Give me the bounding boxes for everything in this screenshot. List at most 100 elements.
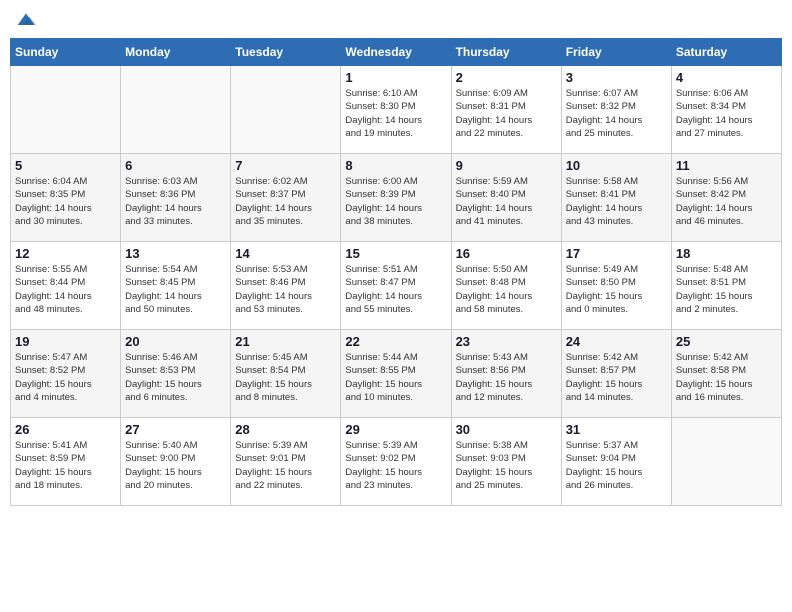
weekday-header-wednesday: Wednesday [341, 39, 451, 66]
calendar-cell: 23 Sunrise: 5:43 AM Sunset: 8:56 PM Dayli… [451, 330, 561, 418]
calendar-cell: 5Sunrise: 6:04 AM Sunset: 8:35 PM Daylig… [11, 154, 121, 242]
day-info: Sunrise: 5:39 AM Sunset: 9:01 PM Dayligh… [235, 439, 336, 492]
calendar-cell: 2 Sunrise: 6:09 AM Sunset: 8:31 PM Daylig… [451, 66, 561, 154]
day-number: 9 [456, 158, 557, 173]
week-row-2: 5Sunrise: 6:04 AM Sunset: 8:35 PM Daylig… [11, 154, 782, 242]
day-number: 19 [15, 334, 116, 349]
logo-icon [16, 10, 36, 30]
week-row-4: 19Sunrise: 5:47 AM Sunset: 8:52 PM Dayli… [11, 330, 782, 418]
day-info: Sunrise: 6:07 AM Sunset: 8:32 PM Dayligh… [566, 87, 667, 140]
weekday-header-saturday: Saturday [671, 39, 781, 66]
weekday-header-monday: Monday [121, 39, 231, 66]
calendar-body: 1 Sunrise: 6:10 AM Sunset: 8:30 PM Daylig… [11, 66, 782, 506]
calendar-cell: 16 Sunrise: 5:50 AM Sunset: 8:48 PM Dayli… [451, 242, 561, 330]
day-info: Sunrise: 5:45 AM Sunset: 8:54 PM Dayligh… [235, 351, 336, 404]
calendar-cell: 13 Sunrise: 5:54 AM Sunset: 8:45 PM Dayli… [121, 242, 231, 330]
day-info: Sunrise: 5:58 AM Sunset: 8:41 PM Dayligh… [566, 175, 667, 228]
calendar-cell: 19Sunrise: 5:47 AM Sunset: 8:52 PM Dayli… [11, 330, 121, 418]
day-info: Sunrise: 5:43 AM Sunset: 8:56 PM Dayligh… [456, 351, 557, 404]
day-number: 6 [125, 158, 226, 173]
calendar-table: SundayMondayTuesdayWednesdayThursdayFrid… [10, 38, 782, 506]
day-info: Sunrise: 5:40 AM Sunset: 9:00 PM Dayligh… [125, 439, 226, 492]
calendar-cell: 20 Sunrise: 5:46 AM Sunset: 8:53 PM Dayli… [121, 330, 231, 418]
calendar-cell: 8 Sunrise: 6:00 AM Sunset: 8:39 PM Daylig… [341, 154, 451, 242]
weekday-header-tuesday: Tuesday [231, 39, 341, 66]
calendar-cell: 28 Sunrise: 5:39 AM Sunset: 9:01 PM Dayli… [231, 418, 341, 506]
day-number: 23 [456, 334, 557, 349]
day-number: 1 [345, 70, 446, 85]
day-info: Sunrise: 5:42 AM Sunset: 8:58 PM Dayligh… [676, 351, 777, 404]
calendar-cell: 17 Sunrise: 5:49 AM Sunset: 8:50 PM Dayli… [561, 242, 671, 330]
day-info: Sunrise: 5:44 AM Sunset: 8:55 PM Dayligh… [345, 351, 446, 404]
day-info: Sunrise: 5:51 AM Sunset: 8:47 PM Dayligh… [345, 263, 446, 316]
day-number: 24 [566, 334, 667, 349]
day-info: Sunrise: 5:56 AM Sunset: 8:42 PM Dayligh… [676, 175, 777, 228]
calendar-cell: 14 Sunrise: 5:53 AM Sunset: 8:46 PM Dayli… [231, 242, 341, 330]
day-info: Sunrise: 5:55 AM Sunset: 8:44 PM Dayligh… [15, 263, 116, 316]
day-number: 3 [566, 70, 667, 85]
day-info: Sunrise: 6:04 AM Sunset: 8:35 PM Dayligh… [15, 175, 116, 228]
calendar-cell: 24Sunrise: 5:42 AM Sunset: 8:57 PM Dayli… [561, 330, 671, 418]
calendar-cell: 18Sunrise: 5:48 AM Sunset: 8:51 PM Dayli… [671, 242, 781, 330]
weekday-header-thursday: Thursday [451, 39, 561, 66]
week-row-1: 1 Sunrise: 6:10 AM Sunset: 8:30 PM Daylig… [11, 66, 782, 154]
day-info: Sunrise: 6:02 AM Sunset: 8:37 PM Dayligh… [235, 175, 336, 228]
calendar-cell: 31 Sunrise: 5:37 AM Sunset: 9:04 PM Dayli… [561, 418, 671, 506]
day-info: Sunrise: 5:46 AM Sunset: 8:53 PM Dayligh… [125, 351, 226, 404]
day-number: 30 [456, 422, 557, 437]
day-info: Sunrise: 6:03 AM Sunset: 8:36 PM Dayligh… [125, 175, 226, 228]
day-number: 13 [125, 246, 226, 261]
day-info: Sunrise: 5:39 AM Sunset: 9:02 PM Dayligh… [345, 439, 446, 492]
day-number: 22 [345, 334, 446, 349]
weekday-header-friday: Friday [561, 39, 671, 66]
calendar-cell: 29Sunrise: 5:39 AM Sunset: 9:02 PM Dayli… [341, 418, 451, 506]
day-number: 31 [566, 422, 667, 437]
calendar-cell: 10 Sunrise: 5:58 AM Sunset: 8:41 PM Dayli… [561, 154, 671, 242]
day-info: Sunrise: 6:00 AM Sunset: 8:39 PM Dayligh… [345, 175, 446, 228]
day-number: 20 [125, 334, 226, 349]
day-number: 12 [15, 246, 116, 261]
day-info: Sunrise: 5:50 AM Sunset: 8:48 PM Dayligh… [456, 263, 557, 316]
day-number: 25 [676, 334, 777, 349]
calendar-cell: 1 Sunrise: 6:10 AM Sunset: 8:30 PM Daylig… [341, 66, 451, 154]
week-row-5: 26 Sunrise: 5:41 AM Sunset: 8:59 PM Dayli… [11, 418, 782, 506]
day-number: 27 [125, 422, 226, 437]
calendar-cell: 26 Sunrise: 5:41 AM Sunset: 8:59 PM Dayli… [11, 418, 121, 506]
day-info: Sunrise: 5:59 AM Sunset: 8:40 PM Dayligh… [456, 175, 557, 228]
calendar-cell: 11Sunrise: 5:56 AM Sunset: 8:42 PM Dayli… [671, 154, 781, 242]
calendar-cell: 7 Sunrise: 6:02 AM Sunset: 8:37 PM Daylig… [231, 154, 341, 242]
day-number: 21 [235, 334, 336, 349]
calendar-cell: 30 Sunrise: 5:38 AM Sunset: 9:03 PM Dayli… [451, 418, 561, 506]
day-number: 15 [345, 246, 446, 261]
day-number: 17 [566, 246, 667, 261]
day-info: Sunrise: 5:37 AM Sunset: 9:04 PM Dayligh… [566, 439, 667, 492]
day-info: Sunrise: 5:41 AM Sunset: 8:59 PM Dayligh… [15, 439, 116, 492]
day-number: 10 [566, 158, 667, 173]
calendar-cell: 9 Sunrise: 5:59 AM Sunset: 8:40 PM Daylig… [451, 154, 561, 242]
calendar-cell: 15 Sunrise: 5:51 AM Sunset: 8:47 PM Dayli… [341, 242, 451, 330]
day-info: Sunrise: 5:38 AM Sunset: 9:03 PM Dayligh… [456, 439, 557, 492]
day-number: 2 [456, 70, 557, 85]
week-row-3: 12 Sunrise: 5:55 AM Sunset: 8:44 PM Dayli… [11, 242, 782, 330]
calendar-cell [231, 66, 341, 154]
day-number: 8 [345, 158, 446, 173]
day-info: Sunrise: 5:54 AM Sunset: 8:45 PM Dayligh… [125, 263, 226, 316]
calendar-cell: 3 Sunrise: 6:07 AM Sunset: 8:32 PM Daylig… [561, 66, 671, 154]
day-number: 26 [15, 422, 116, 437]
day-info: Sunrise: 5:49 AM Sunset: 8:50 PM Dayligh… [566, 263, 667, 316]
day-number: 4 [676, 70, 777, 85]
calendar-cell: 22 Sunrise: 5:44 AM Sunset: 8:55 PM Dayli… [341, 330, 451, 418]
calendar-cell [11, 66, 121, 154]
day-info: Sunrise: 5:53 AM Sunset: 8:46 PM Dayligh… [235, 263, 336, 316]
calendar-cell: 21 Sunrise: 5:45 AM Sunset: 8:54 PM Dayli… [231, 330, 341, 418]
calendar-cell: 6 Sunrise: 6:03 AM Sunset: 8:36 PM Daylig… [121, 154, 231, 242]
day-number: 28 [235, 422, 336, 437]
day-info: Sunrise: 6:10 AM Sunset: 8:30 PM Dayligh… [345, 87, 446, 140]
day-number: 16 [456, 246, 557, 261]
day-info: Sunrise: 6:09 AM Sunset: 8:31 PM Dayligh… [456, 87, 557, 140]
header-row: SundayMondayTuesdayWednesdayThursdayFrid… [11, 39, 782, 66]
day-number: 14 [235, 246, 336, 261]
calendar-cell: 25 Sunrise: 5:42 AM Sunset: 8:58 PM Dayli… [671, 330, 781, 418]
day-number: 7 [235, 158, 336, 173]
calendar-header: SundayMondayTuesdayWednesdayThursdayFrid… [11, 39, 782, 66]
